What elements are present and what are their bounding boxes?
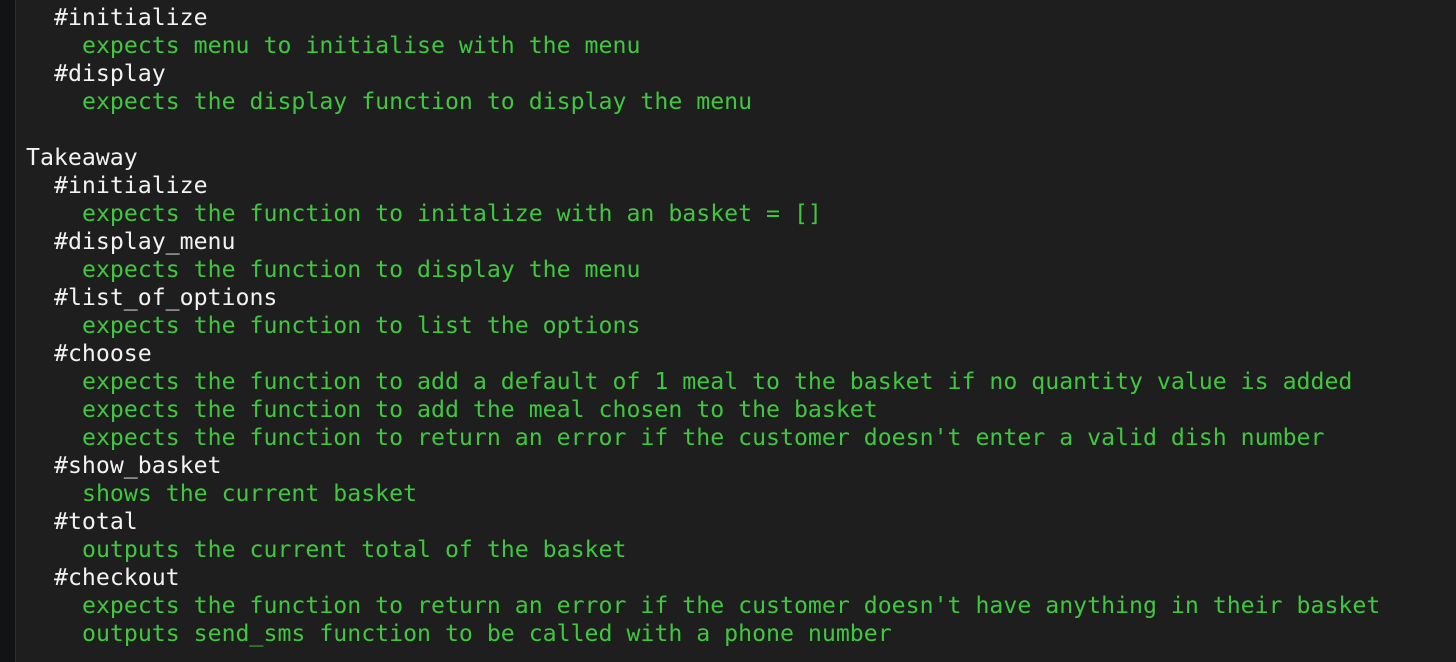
- passing-example: outputs send_sms function to be called w…: [82, 620, 892, 647]
- method-heading: #initialize: [54, 4, 208, 31]
- method-heading: #show_basket: [54, 452, 222, 479]
- method-heading: #choose: [54, 340, 152, 367]
- passing-example: expects the function to add a default of…: [82, 368, 1353, 395]
- test-output[interactable]: #initialize expects menu to initialise wi…: [26, 4, 1380, 648]
- passing-example: shows the current basket: [82, 480, 418, 507]
- passing-example: expects the function to add the meal cho…: [82, 396, 878, 423]
- passing-example: outputs the current total of the basket: [82, 536, 627, 563]
- passing-example: expects menu to initialise with the menu: [82, 32, 641, 59]
- window-left-edge: [0, 0, 16, 662]
- passing-example: expects the function to list the options: [82, 312, 641, 339]
- describe-block-title: Takeaway: [26, 144, 138, 171]
- passing-example: expects the function to return an error …: [82, 592, 1381, 619]
- passing-example: expects the function to return an error …: [82, 424, 1325, 451]
- method-heading: #checkout: [54, 564, 180, 591]
- method-heading: #total: [54, 508, 138, 535]
- terminal-window: #initialize expects menu to initialise wi…: [0, 0, 1456, 662]
- method-heading: #initialize: [54, 172, 208, 199]
- passing-example: expects the function to initalize with a…: [82, 200, 822, 227]
- method-heading: #list_of_options: [54, 284, 278, 311]
- method-heading: #display_menu: [54, 228, 236, 255]
- passing-example: expects the function to display the menu: [82, 256, 641, 283]
- passing-example: expects the display function to display …: [82, 88, 753, 115]
- method-heading: #display: [54, 60, 166, 87]
